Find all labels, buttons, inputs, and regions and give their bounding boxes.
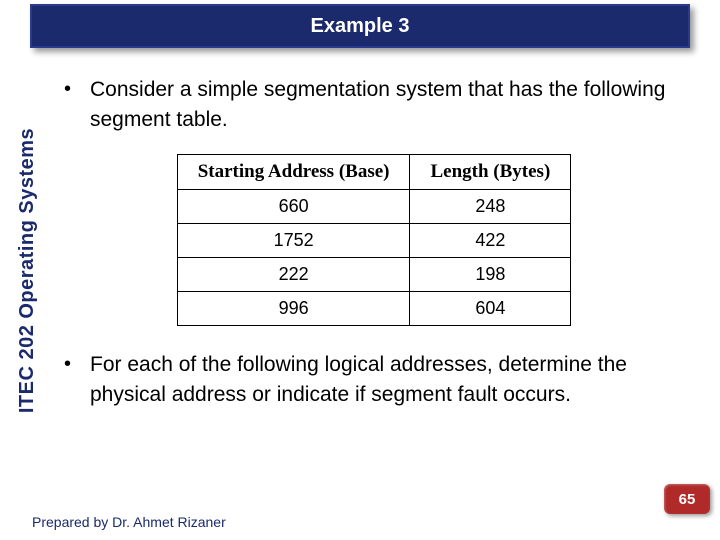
table-cell: 1752 bbox=[177, 223, 410, 257]
bullet-text: Consider a simple segmentation system th… bbox=[90, 75, 684, 136]
course-label: ITEC 202 Operating Systems bbox=[17, 127, 40, 412]
table-cell: 198 bbox=[410, 257, 571, 291]
slide-title-bar: Example 3 bbox=[30, 4, 690, 48]
page-number-badge: 65 bbox=[664, 484, 710, 514]
slide-content: • Consider a simple segmentation system … bbox=[64, 75, 684, 429]
bullet-item: • For each of the following logical addr… bbox=[64, 350, 684, 411]
footer-author: Prepared by Dr. Ahmet Rizaner bbox=[32, 514, 226, 530]
table-row: 996 604 bbox=[177, 291, 571, 325]
table-row: 1752 422 bbox=[177, 223, 571, 257]
course-sidebar: ITEC 202 Operating Systems bbox=[10, 85, 46, 455]
table-cell: 248 bbox=[410, 189, 571, 223]
table-header: Starting Address (Base) bbox=[177, 154, 410, 189]
bullet-item: • Consider a simple segmentation system … bbox=[64, 75, 684, 136]
table-cell: 604 bbox=[410, 291, 571, 325]
page-number: 65 bbox=[679, 491, 696, 508]
bullet-dot-icon: • bbox=[64, 350, 90, 411]
table-cell: 422 bbox=[410, 223, 571, 257]
slide-title: Example 3 bbox=[311, 15, 410, 38]
table-header-row: Starting Address (Base) Length (Bytes) bbox=[177, 154, 571, 189]
table-row: 222 198 bbox=[177, 257, 571, 291]
table-cell: 660 bbox=[177, 189, 410, 223]
table-cell: 996 bbox=[177, 291, 410, 325]
table-header: Length (Bytes) bbox=[410, 154, 571, 189]
bullet-text: For each of the following logical addres… bbox=[90, 350, 684, 411]
table-cell: 222 bbox=[177, 257, 410, 291]
table-row: 660 248 bbox=[177, 189, 571, 223]
segment-table: Starting Address (Base) Length (Bytes) 6… bbox=[177, 154, 572, 326]
bullet-dot-icon: • bbox=[64, 75, 90, 136]
